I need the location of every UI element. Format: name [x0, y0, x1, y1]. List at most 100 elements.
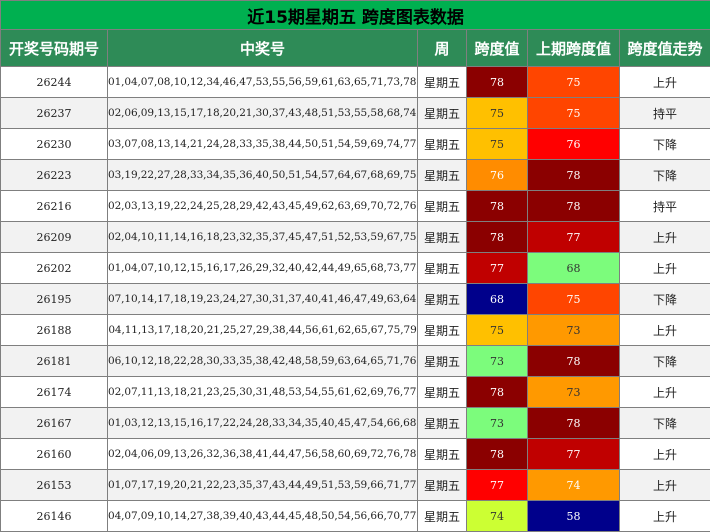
table-row: 2620902,04,10,11,14,16,18,23,32,35,37,45…: [1, 222, 710, 253]
span-cell: 73: [467, 346, 528, 377]
numbers-cell: 07,10,14,17,18,19,23,24,27,30,31,37,40,4…: [108, 284, 418, 315]
numbers-cell: 02,07,11,13,18,21,23,25,30,31,48,53,54,5…: [108, 377, 418, 408]
numbers-cell: 01,07,17,19,20,21,22,23,35,37,43,44,49,5…: [108, 470, 418, 501]
trend-cell: 下降: [620, 160, 710, 191]
numbers-cell: 02,03,13,19,22,24,25,28,29,42,43,45,49,6…: [108, 191, 418, 222]
numbers-cell: 04,11,13,17,18,20,21,25,27,29,38,44,56,6…: [108, 315, 418, 346]
header-prev-span: 上期跨度值: [528, 30, 620, 67]
span-cell: 75: [467, 315, 528, 346]
header-row: 开奖号码期号 中奖号 周 跨度值 上期跨度值 跨度值走势: [1, 30, 710, 67]
numbers-cell: 03,07,08,13,14,21,24,28,33,35,38,44,50,5…: [108, 129, 418, 160]
table-row: 2623003,07,08,13,14,21,24,28,33,35,38,44…: [1, 129, 710, 160]
prev-span-cell: 75: [528, 284, 620, 315]
trend-cell: 上升: [620, 222, 710, 253]
week-cell: 星期五: [418, 377, 467, 408]
table-row: 2623702,06,09,13,15,17,18,20,21,30,37,43…: [1, 98, 710, 129]
numbers-cell: 04,07,09,10,14,27,38,39,40,43,44,45,48,5…: [108, 501, 418, 532]
span-cell: 76: [467, 160, 528, 191]
issue-cell: 26174: [1, 377, 108, 408]
trend-cell: 下降: [620, 129, 710, 160]
issue-cell: 26230: [1, 129, 108, 160]
week-cell: 星期五: [418, 191, 467, 222]
numbers-cell: 02,04,06,09,13,26,32,36,38,41,44,47,56,5…: [108, 439, 418, 470]
trend-cell: 下降: [620, 346, 710, 377]
table-row: 2619507,10,14,17,18,19,23,24,27,30,31,37…: [1, 284, 710, 315]
trend-cell: 下降: [620, 408, 710, 439]
table-title: 近15期星期五 跨度图表数据: [1, 1, 710, 30]
week-cell: 星期五: [418, 160, 467, 191]
table-row: 2624401,04,07,08,10,12,34,46,47,53,55,56…: [1, 67, 710, 98]
table-body: 2624401,04,07,08,10,12,34,46,47,53,55,56…: [1, 67, 710, 532]
week-cell: 星期五: [418, 98, 467, 129]
trend-cell: 上升: [620, 377, 710, 408]
table-row: 2621602,03,13,19,22,24,25,28,29,42,43,45…: [1, 191, 710, 222]
header-issue: 开奖号码期号: [1, 30, 108, 67]
trend-cell: 上升: [620, 67, 710, 98]
numbers-cell: 06,10,12,18,22,28,30,33,35,38,42,48,58,5…: [108, 346, 418, 377]
table-row: 2616701,03,12,13,15,16,17,22,24,28,33,34…: [1, 408, 710, 439]
prev-span-cell: 76: [528, 129, 620, 160]
span-cell: 68: [467, 284, 528, 315]
issue-cell: 26146: [1, 501, 108, 532]
span-cell: 75: [467, 98, 528, 129]
span-cell: 78: [467, 439, 528, 470]
week-cell: 星期五: [418, 346, 467, 377]
prev-span-cell: 77: [528, 439, 620, 470]
prev-span-cell: 75: [528, 67, 620, 98]
week-cell: 星期五: [418, 439, 467, 470]
prev-span-cell: 73: [528, 315, 620, 346]
issue-cell: 26153: [1, 470, 108, 501]
header-numbers: 中奖号: [108, 30, 418, 67]
numbers-cell: 01,04,07,10,12,15,16,17,26,29,32,40,42,4…: [108, 253, 418, 284]
prev-span-cell: 78: [528, 346, 620, 377]
issue-cell: 26188: [1, 315, 108, 346]
week-cell: 星期五: [418, 315, 467, 346]
span-cell: 77: [467, 470, 528, 501]
span-cell: 73: [467, 408, 528, 439]
table-row: 2618106,10,12,18,22,28,30,33,35,38,42,48…: [1, 346, 710, 377]
table-row: 2620201,04,07,10,12,15,16,17,26,29,32,40…: [1, 253, 710, 284]
span-data-table: 近15期星期五 跨度图表数据 开奖号码期号 中奖号 周 跨度值 上期跨度值 跨度…: [0, 0, 710, 532]
prev-span-cell: 68: [528, 253, 620, 284]
numbers-cell: 03,19,22,27,28,33,34,35,36,40,50,51,54,5…: [108, 160, 418, 191]
issue-cell: 26209: [1, 222, 108, 253]
week-cell: 星期五: [418, 284, 467, 315]
numbers-cell: 01,04,07,08,10,12,34,46,47,53,55,56,59,6…: [108, 67, 418, 98]
trend-cell: 上升: [620, 253, 710, 284]
issue-cell: 26167: [1, 408, 108, 439]
week-cell: 星期五: [418, 470, 467, 501]
table-row: 2615301,07,17,19,20,21,22,23,35,37,43,44…: [1, 470, 710, 501]
table-row: 2618804,11,13,17,18,20,21,25,27,29,38,44…: [1, 315, 710, 346]
table-row: 2614604,07,09,10,14,27,38,39,40,43,44,45…: [1, 501, 710, 532]
numbers-cell: 01,03,12,13,15,16,17,22,24,28,33,34,35,4…: [108, 408, 418, 439]
issue-cell: 26181: [1, 346, 108, 377]
issue-cell: 26237: [1, 98, 108, 129]
span-cell: 78: [467, 67, 528, 98]
span-cell: 74: [467, 501, 528, 532]
prev-span-cell: 74: [528, 470, 620, 501]
numbers-cell: 02,06,09,13,15,17,18,20,21,30,37,43,48,5…: [108, 98, 418, 129]
header-week: 周: [418, 30, 467, 67]
span-cell: 75: [467, 129, 528, 160]
trend-cell: 持平: [620, 98, 710, 129]
week-cell: 星期五: [418, 129, 467, 160]
week-cell: 星期五: [418, 501, 467, 532]
issue-cell: 26202: [1, 253, 108, 284]
span-cell: 78: [467, 222, 528, 253]
issue-cell: 26244: [1, 67, 108, 98]
prev-span-cell: 78: [528, 160, 620, 191]
table-row: 2617402,07,11,13,18,21,23,25,30,31,48,53…: [1, 377, 710, 408]
trend-cell: 持平: [620, 191, 710, 222]
header-trend: 跨度值走势: [620, 30, 710, 67]
week-cell: 星期五: [418, 67, 467, 98]
prev-span-cell: 78: [528, 191, 620, 222]
prev-span-cell: 78: [528, 408, 620, 439]
span-cell: 78: [467, 191, 528, 222]
title-row: 近15期星期五 跨度图表数据: [1, 1, 710, 30]
trend-cell: 下降: [620, 284, 710, 315]
week-cell: 星期五: [418, 408, 467, 439]
span-cell: 77: [467, 253, 528, 284]
prev-span-cell: 58: [528, 501, 620, 532]
numbers-cell: 02,04,10,11,14,16,18,23,32,35,37,45,47,5…: [108, 222, 418, 253]
trend-cell: 上升: [620, 470, 710, 501]
